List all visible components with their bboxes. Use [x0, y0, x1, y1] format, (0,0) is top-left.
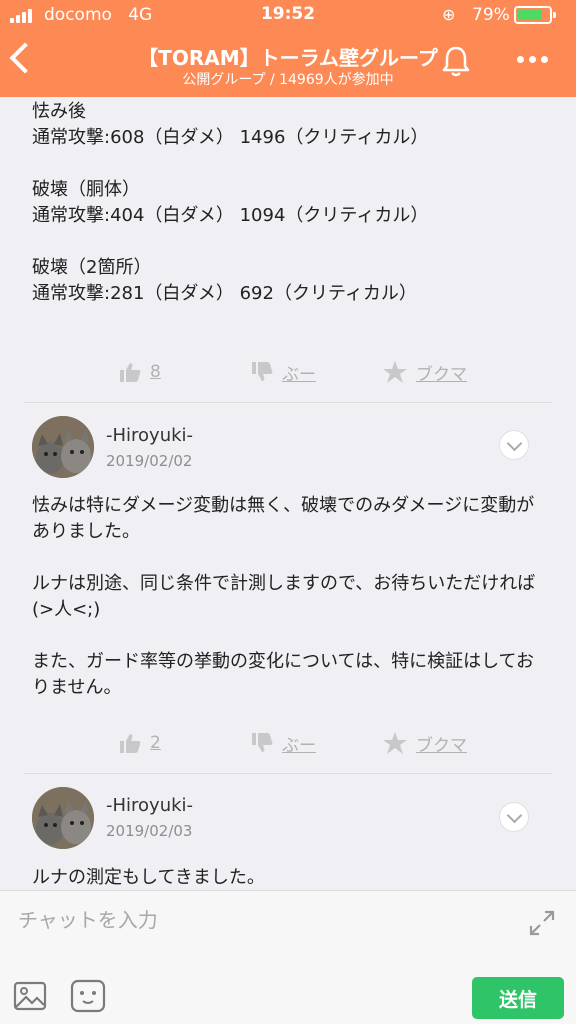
header-bar: docomo 4G 19:52 ⊕ 79% 【TORAM】トーラム壁グループ 公…: [0, 0, 576, 97]
boo-button[interactable]: ぶー: [250, 721, 316, 765]
image-icon[interactable]: [13, 981, 47, 1011]
sticker-icon[interactable]: [70, 979, 106, 1013]
group-subtitle: 公開グループ / 14969人が参加中: [182, 72, 394, 88]
bookmark-button[interactable]: ブクマ: [382, 350, 467, 394]
boo-label: ぶー: [282, 364, 316, 385]
post-actions: 8 ぶー ブクマ: [24, 350, 552, 394]
thumbs-up-icon: [120, 363, 141, 382]
like-button[interactable]: 8: [118, 350, 161, 394]
chevron-down-icon[interactable]: [499, 802, 529, 832]
chat-input[interactable]: [18, 903, 498, 937]
thumbs-down-icon: [252, 362, 273, 381]
cat-avatar-icon: [32, 787, 94, 849]
post-feed[interactable]: 怯み後 通常攻撃:608（白ダメ） 1496（クリティカル） 破壊（胴体） 通常…: [0, 97, 576, 890]
boo-button[interactable]: ぶー: [250, 350, 316, 394]
divider: [24, 402, 552, 403]
chevron-down-icon[interactable]: [499, 430, 529, 460]
battery-percent: 79%: [472, 5, 510, 25]
post-date: 2019/02/02: [106, 452, 193, 470]
battery-icon: [514, 6, 556, 24]
author-name[interactable]: -Hiroyuki-: [106, 425, 193, 446]
expand-icon[interactable]: [528, 909, 556, 937]
chat-input-bar: 送信: [0, 890, 576, 1024]
post-body: 怯み後 通常攻撃:608（白ダメ） 1496（クリティカル） 破壊（胴体） 通常…: [32, 101, 429, 304]
send-button[interactable]: 送信: [472, 977, 564, 1019]
bookmark-label: ブクマ: [416, 735, 467, 756]
bookmark-label: ブクマ: [416, 364, 467, 385]
like-button[interactable]: 2: [118, 721, 161, 765]
star-icon: [383, 732, 407, 754]
thumbs-up-icon: [120, 734, 141, 753]
post-body: 怯みは特にダメージ変動は無く、破壊でのみダメージに変動がありました。 ルナは別途…: [32, 495, 536, 698]
rotation-lock-icon: ⊕: [442, 5, 456, 24]
avatar[interactable]: [32, 787, 94, 849]
bookmark-button[interactable]: ブクマ: [382, 721, 467, 765]
avatar[interactable]: [32, 416, 94, 478]
boo-label: ぶー: [282, 735, 316, 756]
star-icon: [383, 361, 407, 383]
more-dots-icon[interactable]: [517, 56, 548, 63]
post-actions: 2 ぶー ブクマ: [24, 721, 552, 765]
like-count: 8: [150, 362, 161, 382]
thumbs-down-icon: [252, 733, 273, 752]
like-count: 2: [150, 733, 161, 753]
status-bar: docomo 4G 19:52 ⊕ 79%: [0, 0, 576, 30]
post-body: ルナの測定もしてきました。: [32, 867, 265, 888]
author-name[interactable]: -Hiroyuki-: [106, 795, 193, 816]
bell-icon[interactable]: [440, 44, 472, 78]
page-title: 【TORAM】トーラム壁グループ: [138, 46, 438, 70]
divider: [24, 773, 552, 774]
cat-avatar-icon: [32, 416, 94, 478]
post-date: 2019/02/03: [106, 822, 193, 840]
